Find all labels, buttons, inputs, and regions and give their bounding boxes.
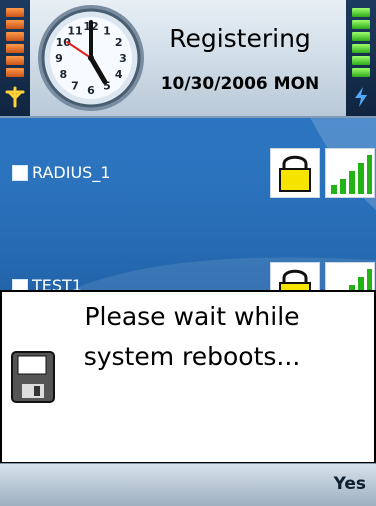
battery-bar — [352, 56, 370, 65]
clock-number: 4 — [115, 68, 123, 81]
battery-bar — [6, 56, 24, 65]
right-battery-indicator — [346, 0, 376, 116]
left-battery-bars — [6, 8, 24, 80]
signal-strength-icon — [325, 148, 375, 198]
right-battery-bars — [352, 8, 370, 80]
battery-bar — [352, 32, 370, 41]
dialog-message-line-1: Please wait while — [84, 302, 300, 331]
battery-bar — [6, 32, 24, 41]
clock-number: 2 — [115, 36, 123, 49]
battery-bar — [6, 68, 24, 77]
clock-number: 6 — [87, 84, 95, 97]
clock-number: 7 — [71, 80, 79, 93]
registration-status: Registering — [169, 24, 311, 53]
charging-icon — [355, 87, 367, 107]
battery-bar — [352, 44, 370, 53]
battery-bar — [6, 44, 24, 53]
reboot-dialog: Please wait while system reboots... — [0, 290, 376, 464]
network-name: RADIUS_1 — [32, 163, 111, 182]
battery-bar — [352, 20, 370, 29]
battery-bar — [352, 8, 370, 17]
battery-bar — [6, 20, 24, 29]
left-battery-indicator — [0, 0, 30, 116]
antenna-icon — [5, 86, 25, 108]
softkey-bar: Yes — [0, 463, 376, 506]
network-checkbox[interactable] — [12, 165, 28, 181]
clock-number: 1 — [103, 24, 111, 37]
clock-number: 11 — [67, 24, 82, 37]
clock-number: 8 — [59, 68, 67, 81]
status-header: 121234567891011 Registering 10/30/2006 M… — [0, 0, 376, 118]
battery-bar — [6, 8, 24, 17]
yes-softkey[interactable]: Yes — [334, 474, 366, 494]
battery-bar — [352, 68, 370, 77]
lock-icon — [270, 148, 320, 198]
clock-number: 3 — [119, 52, 127, 65]
analog-clock: 121234567891011 — [38, 5, 144, 111]
date-display: 10/30/2006 MON — [160, 74, 320, 94]
dialog-message-line-2: system reboots... — [83, 342, 301, 371]
clock-number: 9 — [55, 52, 63, 65]
